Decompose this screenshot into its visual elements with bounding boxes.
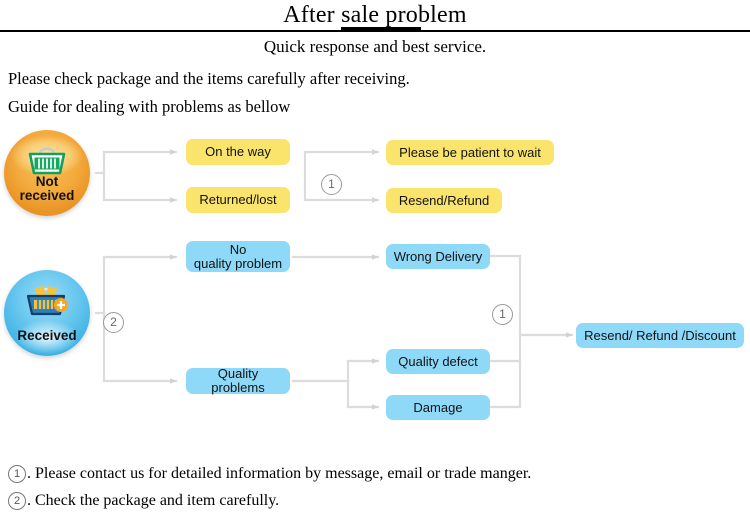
flow-connectors [94, 149, 574, 410]
badge-label-line-2: received [19, 188, 75, 203]
box-damage[interactable]: Damage [386, 395, 490, 420]
box-resend-refund[interactable]: Resend/Refund [386, 188, 502, 213]
marker-two-received: 2 [103, 312, 124, 333]
footnote-1-marker: 1 [8, 465, 26, 483]
badge-received-label: Received [4, 329, 90, 343]
marker-one-not-received: 1 [321, 174, 342, 195]
box-quality-defect[interactable]: Quality defect [386, 349, 490, 374]
footnote-2-text: . Check the package and item carefully. [27, 492, 280, 509]
box-on-the-way[interactable]: On the way [186, 139, 290, 165]
badge-label-line-1: Not [35, 174, 59, 189]
title-underline-accent [341, 27, 421, 32]
box-wrong-delivery[interactable]: Wrong Delivery [386, 244, 490, 269]
footnote-1: 1. Please contact us for detailed inform… [8, 464, 531, 484]
box-returned-lost[interactable]: Returned/lost [186, 187, 290, 213]
marker-one-received: 1 [492, 304, 513, 325]
footnote-1-text: . Please contact us for detailed informa… [27, 465, 532, 482]
box-please-be-patient-to-wait[interactable]: Please be patient to wait [386, 140, 554, 165]
box-resend-refund-discount[interactable]: Resend/ Refund /Discount [576, 323, 744, 348]
footnote-2-marker: 2 [8, 492, 26, 510]
box-no-quality-problem-line-2: quality problem [193, 255, 283, 271]
badge-not-received-label: Not received [4, 175, 90, 203]
box-no-quality-problem-line-1: No [229, 241, 247, 257]
filled-basket-icon [26, 286, 68, 316]
after-sale-flow-diagram: Not received Received On the way Returne… [0, 0, 750, 521]
footnote-2: 2. Check the package and item carefully. [8, 491, 279, 511]
box-quality-problems[interactable]: Quality problems [186, 367, 290, 395]
badge-received[interactable]: Received [4, 270, 90, 356]
box-no-quality-problem[interactable]: No quality problem [186, 241, 290, 272]
badge-not-received[interactable]: Not received [4, 130, 90, 216]
badge-label-line-1: Received [17, 328, 77, 343]
